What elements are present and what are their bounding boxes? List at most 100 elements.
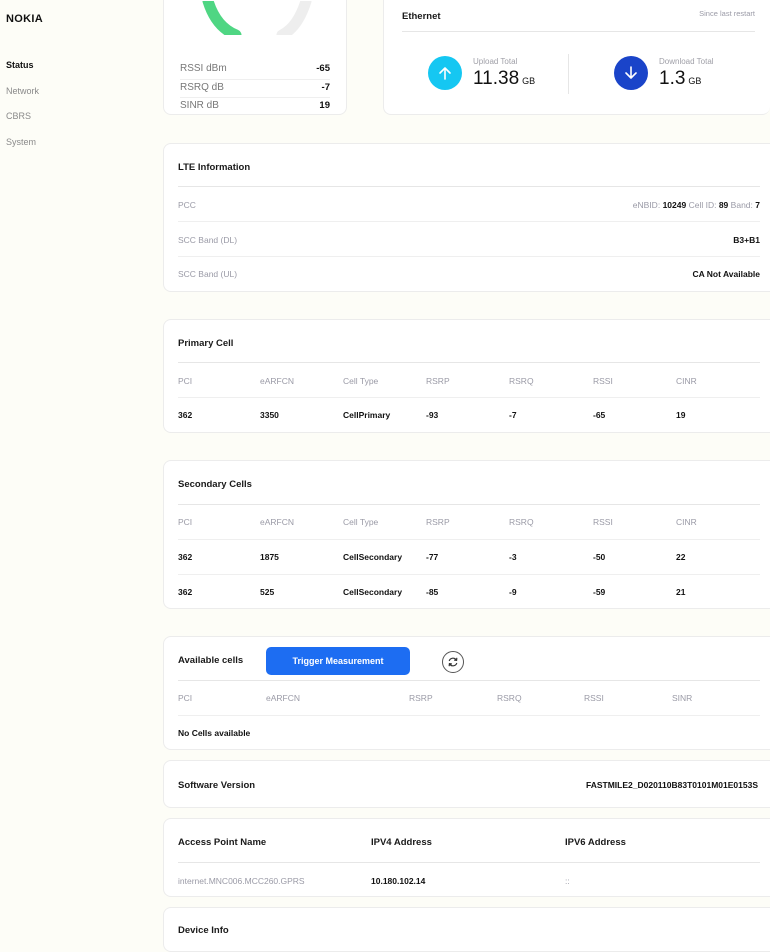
divider — [178, 397, 760, 398]
sidebar-item-system[interactable]: System — [6, 137, 36, 147]
col-header: RSRQ — [509, 376, 534, 386]
col-header: SINR — [672, 693, 693, 703]
divider — [178, 539, 760, 540]
signal-value: -65 — [316, 63, 330, 74]
available-cells-title: Available cells — [178, 655, 244, 666]
cell-pci: 362 — [178, 587, 193, 597]
divider — [568, 54, 569, 94]
divider — [180, 97, 330, 98]
upload-icon — [428, 56, 462, 90]
col-header: eARFCN — [266, 693, 301, 703]
cell-cinr: 22 — [676, 552, 686, 562]
divider — [178, 186, 760, 187]
gauge-arc-filled — [202, 1, 242, 35]
refresh-icon — [448, 657, 458, 667]
signal-value: 19 — [319, 100, 330, 111]
signal-row-rssi: RSSI dBm -65 — [180, 63, 330, 78]
col-header: eARFCN — [260, 376, 295, 386]
available-cells-card: Available cells Trigger Measurement PCI … — [163, 636, 770, 750]
cell-earfcn: 525 — [260, 587, 275, 597]
ipv6-header: IPV6 Address — [565, 837, 626, 848]
primary-cell-card: Primary Cell PCI eARFCN Cell Type RSRP R… — [163, 319, 770, 433]
software-version-card: Software Version FASTMILE2_D020110B83T01… — [163, 760, 770, 808]
enbid-value: 10249 — [662, 200, 687, 210]
cell-rssi: -65 — [593, 410, 606, 420]
pcc-value: eNBID: 10249 Cell ID: 89 Band: 7 — [633, 200, 760, 210]
cellid-value: 89 — [718, 200, 729, 210]
col-header: Cell Type — [343, 517, 379, 527]
cell-type: CellSecondary — [343, 587, 403, 597]
cell-rsrp: -85 — [426, 587, 439, 597]
col-header: CINR — [676, 517, 697, 527]
pcc-label: PCC — [178, 200, 196, 210]
divider — [178, 862, 760, 863]
signal-label: SINR dB — [180, 100, 219, 111]
signal-row-rsrq: RSRQ dB -7 — [180, 82, 330, 97]
ipv4-header: IPV4 Address — [371, 837, 432, 848]
upload-total: 11.38 GB — [473, 68, 535, 90]
col-header: PCI — [178, 693, 193, 703]
sidebar-item-network[interactable]: Network — [6, 86, 39, 96]
band-value: 7 — [755, 200, 760, 210]
col-header: RSRP — [426, 376, 450, 386]
cell-pci: 362 — [178, 410, 193, 420]
cell-rssi: -59 — [593, 587, 606, 597]
col-header: CINR — [676, 376, 697, 386]
col-header: eARFCN — [260, 517, 295, 527]
col-header: PCI — [178, 517, 193, 527]
divider — [178, 256, 760, 257]
signal-row-sinr: SINR dB 19 — [180, 100, 330, 115]
secondary-cells-card: Secondary Cells PCI eARFCN Cell Type RSR… — [163, 460, 770, 609]
refresh-button[interactable] — [442, 651, 464, 673]
lte-info-title: LTE Information — [178, 162, 251, 173]
secondary-cells-title: Secondary Cells — [178, 479, 252, 490]
no-cells-message: No Cells available — [178, 728, 251, 738]
lte-info-card: LTE Information PCC eNBID: 10249 Cell ID… — [163, 143, 770, 292]
cell-pci: 362 — [178, 552, 193, 562]
divider — [178, 221, 760, 222]
signal-card: RSSI dBm -65 RSRQ dB -7 SINR dB 19 — [163, 0, 347, 115]
nokia-logo: NOKIA — [6, 13, 43, 25]
signal-label: RSRQ dB — [180, 82, 224, 93]
cell-rsrp: -93 — [426, 410, 439, 420]
download-label: Download Total — [659, 57, 714, 66]
scc-ul-label: SCC Band (UL) — [178, 269, 238, 279]
ipv6-value: :: — [565, 876, 570, 886]
download-icon — [614, 56, 648, 90]
ethernet-title: Ethernet — [402, 11, 441, 22]
cell-rsrq: -7 — [509, 410, 517, 420]
col-header: RSSI — [584, 693, 604, 703]
band-label: Band: — [730, 200, 753, 210]
signal-value: -7 — [321, 82, 330, 93]
sidebar-item-cbrs[interactable]: CBRS — [6, 111, 31, 121]
upload-label: Upload Total — [473, 57, 518, 66]
cell-cinr: 19 — [676, 410, 686, 420]
download-value: 1.3 — [659, 68, 686, 89]
ethernet-card: Ethernet Since last restart Upload Total… — [383, 0, 770, 115]
software-version-title: Software Version — [178, 780, 256, 791]
ipv4-value: 10.180.102.14 — [371, 876, 426, 886]
divider — [178, 574, 760, 575]
cellid-label: Cell ID: — [688, 200, 717, 210]
trigger-measurement-button[interactable]: Trigger Measurement — [266, 647, 410, 675]
divider — [178, 680, 760, 681]
cell-type: CellPrimary — [343, 410, 391, 420]
cell-earfcn: 3350 — [260, 410, 279, 420]
signal-gauge — [202, 1, 312, 35]
col-header: RSSI — [593, 376, 613, 386]
cell-rsrq: -9 — [509, 587, 517, 597]
cell-earfcn: 1875 — [260, 552, 279, 562]
device-info-card: Device Info — [163, 907, 770, 952]
col-header: PCI — [178, 376, 193, 386]
cell-rsrp: -77 — [426, 552, 439, 562]
cell-rssi: -50 — [593, 552, 606, 562]
divider — [180, 79, 330, 80]
apn-header: Access Point Name — [178, 837, 267, 848]
scc-ul-value: CA Not Available — [692, 269, 760, 279]
cell-type: CellSecondary — [343, 552, 403, 562]
download-total: 1.3 GB — [659, 68, 701, 90]
download-unit: GB — [688, 76, 702, 86]
col-header: RSSI — [593, 517, 613, 527]
sidebar-item-status[interactable]: Status — [6, 60, 34, 70]
divider — [178, 362, 760, 363]
